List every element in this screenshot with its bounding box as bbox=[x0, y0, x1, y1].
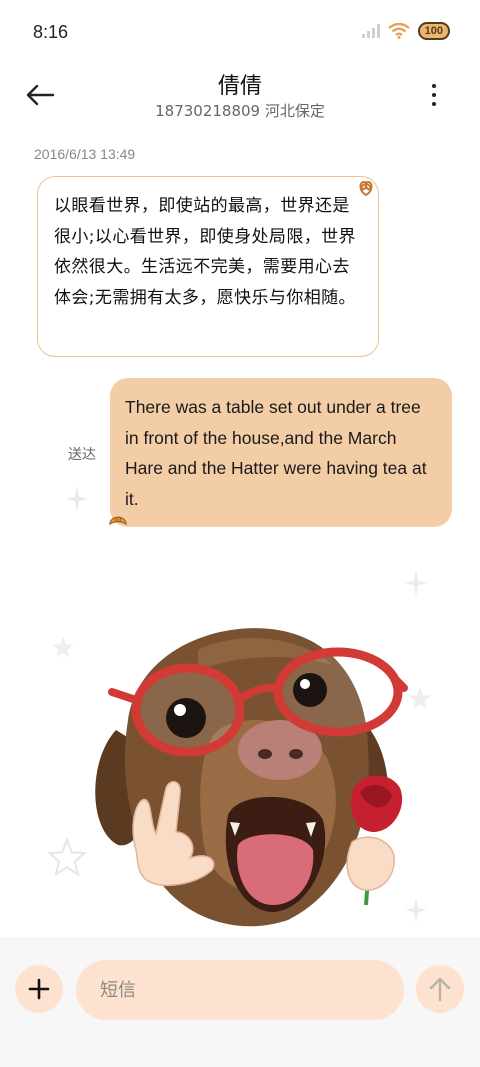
status-time: 8:16 bbox=[33, 22, 69, 42]
status-icons: 100 bbox=[361, 22, 450, 40]
conversation-header: 倩倩 18730218809 河北保定 bbox=[0, 66, 480, 128]
send-arrow-icon bbox=[429, 977, 451, 1002]
send-button[interactable] bbox=[416, 965, 464, 1013]
outgoing-message-text: There was a table set out under a tree i… bbox=[125, 397, 427, 509]
dog-with-glasses-sticker[interactable] bbox=[48, 560, 448, 940]
contact-name: 倩倩 bbox=[217, 74, 262, 99]
signal-icon bbox=[361, 24, 380, 38]
battery-icon: 100 bbox=[417, 22, 450, 40]
plus-icon bbox=[28, 978, 50, 1000]
outgoing-message-bubble[interactable]: There was a table set out under a tree i… bbox=[109, 378, 452, 527]
delivery-status: 送达 bbox=[68, 447, 96, 463]
contact-detail: 18730218809 河北保定 bbox=[155, 102, 325, 120]
more-options-button[interactable] bbox=[422, 80, 446, 110]
incoming-message-bubble[interactable]: 以眼看世界，即使站的最高，世界还是很小;以心看世界，即使身处局限，世界依然很大。… bbox=[37, 176, 379, 357]
incoming-message-text: 以眼看世界，即使站的最高，世界还是很小;以心看世界，即使身处局限，世界依然很大。… bbox=[54, 196, 356, 308]
wifi-icon bbox=[387, 23, 410, 39]
more-vert-icon bbox=[432, 84, 436, 88]
croissant-icon bbox=[109, 516, 127, 526]
add-attachment-button[interactable] bbox=[15, 965, 63, 1013]
message-timestamp: 2016/6/13 13:49 bbox=[34, 146, 136, 162]
sparkle-icon bbox=[66, 486, 88, 512]
message-input[interactable] bbox=[76, 960, 404, 1020]
pretzel-icon bbox=[359, 180, 373, 197]
status-bar: 8:16 100 bbox=[0, 0, 480, 66]
